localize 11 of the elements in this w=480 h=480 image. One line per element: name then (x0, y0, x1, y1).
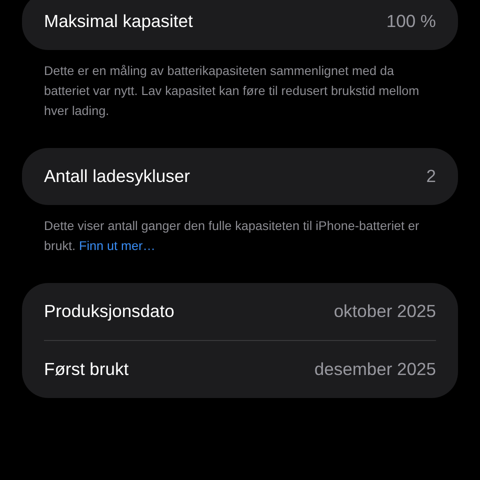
row-value: oktober 2025 (334, 301, 436, 322)
section-footer: Dette viser antall ganger den fulle kapasiteten til iPhone-batteriet er brukt. Finn ut mer… (22, 205, 458, 256)
section-footer: Dette er en måling av batterikapasiteten sammenlignet med da batteriet var nytt. Lav kapasitet kan føre til redusert brukstid mellom hver lading. (22, 50, 458, 121)
learn-more-link[interactable]: Finn ut mer… (79, 239, 156, 253)
row-label: Maksimal kapasitet (44, 11, 193, 32)
row-label: Først brukt (44, 359, 129, 380)
row-label: Produksjonsdato (44, 301, 174, 322)
row-value: desember 2025 (314, 359, 436, 380)
row-value: 100 % (386, 11, 436, 32)
row-label: Antall ladesykluser (44, 166, 190, 187)
row-value: 2 (426, 166, 436, 187)
